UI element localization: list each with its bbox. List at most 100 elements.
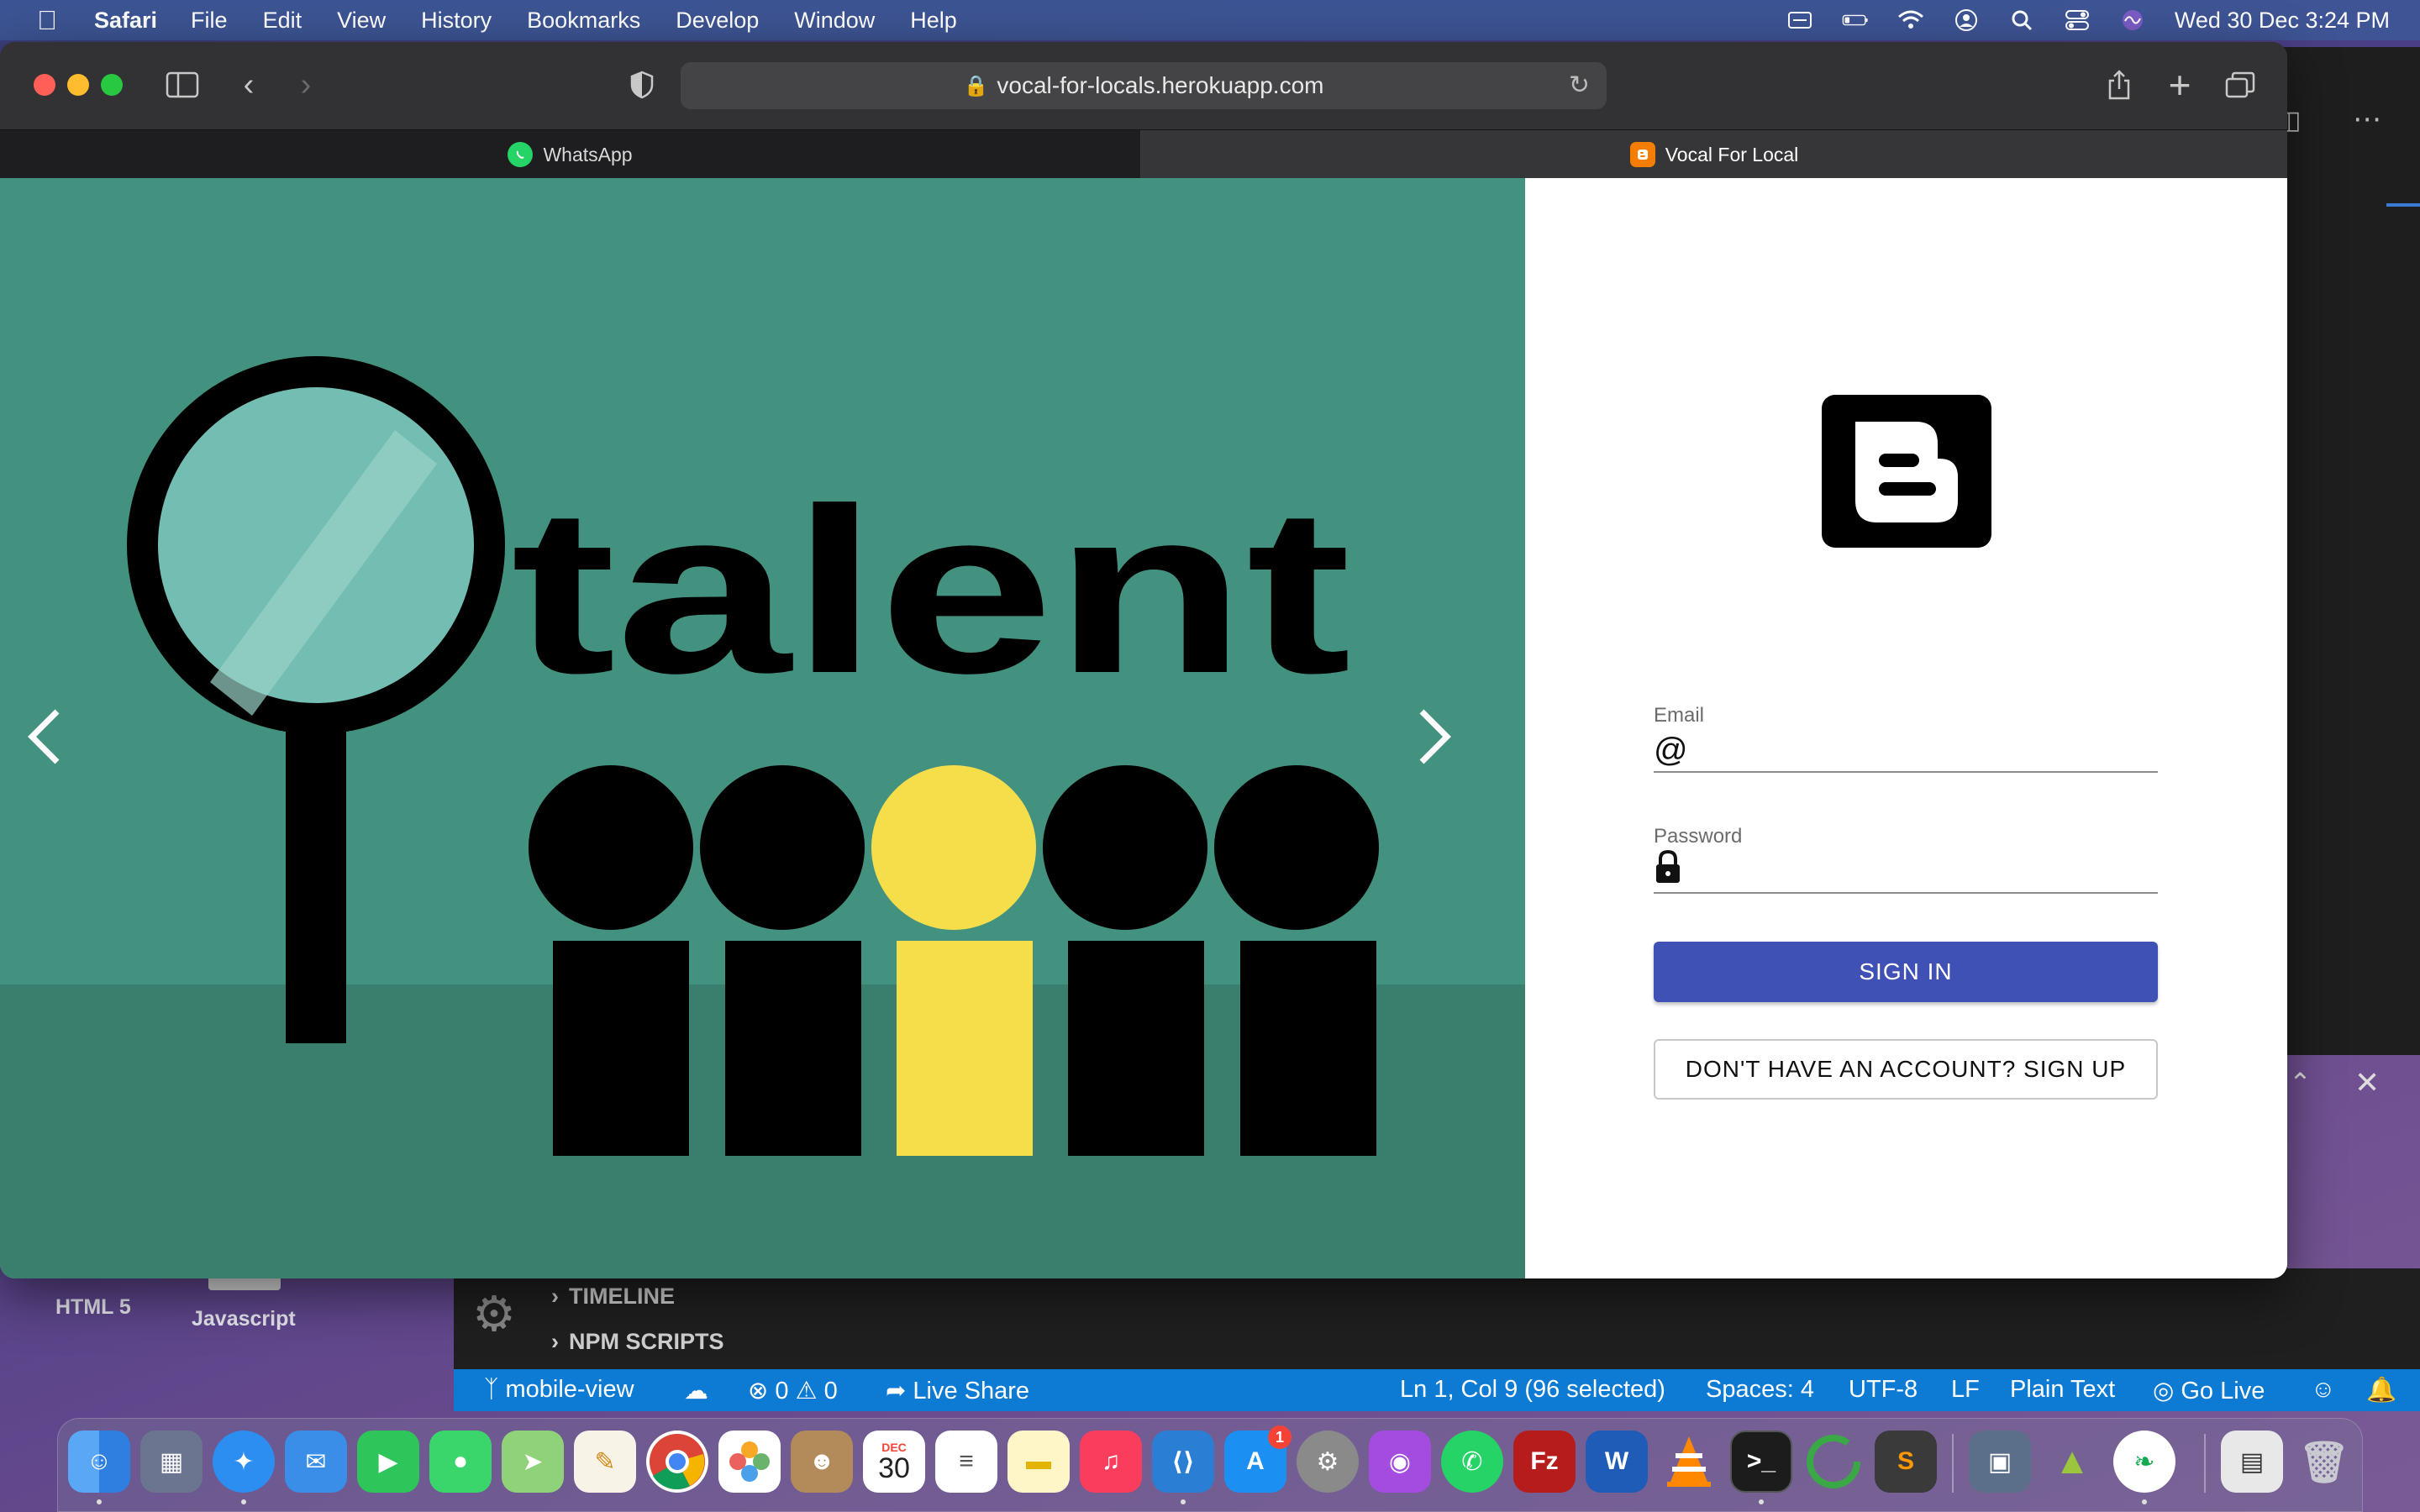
timeline-section[interactable]: › TIMELINE: [551, 1284, 675, 1310]
notifications-bell-icon[interactable]: 🔔: [2366, 1376, 2396, 1404]
live-share-button[interactable]: ➦ Live Share: [886, 1376, 1029, 1405]
person-head: [700, 765, 865, 930]
encoding-status[interactable]: UTF-8: [1849, 1376, 1918, 1404]
menu-item-edit[interactable]: Edit: [263, 8, 302, 34]
user-account-icon[interactable]: [1953, 8, 1980, 32]
privacy-shield-icon[interactable]: [625, 64, 659, 106]
reminders-dock-icon[interactable]: ≡: [935, 1431, 997, 1493]
error-icon: ⊗: [748, 1378, 769, 1404]
manage-gear-icon[interactable]: ⚙: [472, 1285, 531, 1344]
downloads-stack-dock-icon[interactable]: ▤: [2221, 1431, 2283, 1493]
vscode-dock-icon[interactable]: ⟨⟩: [1152, 1431, 1214, 1493]
safari-dock-icon[interactable]: ✦: [213, 1431, 275, 1493]
tab-overview-icon[interactable]: [2222, 64, 2259, 106]
tab-vocal-for-local[interactable]: Vocal For Local: [1141, 130, 2287, 179]
window-minimize-button[interactable]: [67, 74, 89, 96]
keyboard-input-icon[interactable]: [1786, 8, 1813, 32]
pages-dock-icon[interactable]: ✎: [574, 1431, 636, 1493]
password-input[interactable]: [1691, 852, 2158, 890]
new-tab-plus-icon[interactable]: +: [2161, 63, 2198, 107]
maps-dock-icon[interactable]: ➤: [502, 1431, 564, 1493]
desktop-icon-html5[interactable]: HTML 5: [55, 1295, 131, 1320]
language-mode-status[interactable]: Plain Text: [2010, 1376, 2115, 1404]
feedback-icon[interactable]: ☺: [2311, 1376, 2336, 1404]
mail-dock-icon[interactable]: ✉: [285, 1431, 347, 1493]
git-branch-status[interactable]: ᛉ mobile-view: [484, 1376, 634, 1404]
vlc-dock-icon[interactable]: [1658, 1431, 1720, 1493]
menu-item-help[interactable]: Help: [910, 8, 957, 34]
window-zoom-button[interactable]: [101, 74, 123, 96]
app-store-dock-icon[interactable]: A1: [1224, 1425, 1292, 1493]
carousel-next-arrow-icon[interactable]: [1413, 707, 1481, 791]
menu-item-window[interactable]: Window: [794, 8, 875, 34]
forward-arrow-icon[interactable]: ›: [289, 64, 323, 106]
whatsapp-dock-icon[interactable]: ✆: [1441, 1431, 1503, 1493]
person-body-highlighted: [897, 941, 1033, 1156]
sublime-text-dock-icon[interactable]: S: [1875, 1431, 1937, 1493]
messages-dock-icon[interactable]: ●: [429, 1431, 492, 1493]
terminal-dock-icon[interactable]: >_: [1730, 1431, 1792, 1493]
system-preferences-dock-icon[interactable]: ⚙: [1297, 1431, 1359, 1493]
android-dock-icon[interactable]: ▲: [2041, 1431, 2103, 1493]
battery-icon[interactable]: [1842, 8, 1869, 32]
finder-dock-icon[interactable]: ☺: [68, 1431, 130, 1493]
email-field[interactable]: @: [1654, 729, 2158, 773]
menu-item-bookmarks[interactable]: Bookmarks: [527, 8, 640, 34]
photos-dock-icon[interactable]: [718, 1431, 781, 1493]
notes-dock-icon[interactable]: ▬: [1007, 1431, 1070, 1493]
cursor-position[interactable]: Ln 1, Col 9 (96 selected): [1400, 1376, 1665, 1404]
podcasts-dock-icon[interactable]: ◉: [1369, 1431, 1431, 1493]
carousel-prev-arrow-icon[interactable]: [24, 707, 91, 791]
tab-vocal-label: Vocal For Local: [1665, 143, 1799, 165]
reload-icon[interactable]: ↻: [1569, 71, 1590, 100]
sync-cloud-icon[interactable]: ☁: [684, 1376, 708, 1405]
menu-item-view[interactable]: View: [337, 8, 386, 34]
filezilla-letter: Fz: [1530, 1447, 1559, 1475]
control-center-icon[interactable]: [2064, 8, 2091, 32]
sign-in-button[interactable]: SIGN IN: [1654, 942, 2158, 1002]
trash-dock-icon[interactable]: 🗑: [2293, 1431, 2355, 1493]
menu-item-history[interactable]: History: [421, 8, 492, 34]
email-input[interactable]: [1691, 731, 2158, 769]
upwork-tracker-dock-icon[interactable]: [1802, 1431, 1865, 1493]
chrome-dock-icon[interactable]: [646, 1431, 708, 1493]
indentation-status[interactable]: Spaces: 4: [1706, 1376, 1814, 1404]
tab-whatsapp[interactable]: WhatsApp: [0, 130, 1141, 179]
menu-item-file[interactable]: File: [191, 8, 228, 34]
mongodb-dock-icon[interactable]: ❧: [2113, 1431, 2175, 1493]
password-field[interactable]: [1654, 849, 2158, 894]
music-dock-icon[interactable]: ♫: [1080, 1431, 1142, 1493]
go-live-button[interactable]: ◎ Go Live: [2153, 1376, 2265, 1405]
menu-item-develop[interactable]: Develop: [676, 8, 759, 34]
calendar-dock-icon[interactable]: DEC 30: [863, 1431, 925, 1493]
window-close-button[interactable]: [34, 74, 55, 96]
running-indicator: [2142, 1499, 2147, 1504]
more-actions-icon[interactable]: ⋯: [2353, 102, 2381, 136]
sign-up-button[interactable]: DON'T HAVE AN ACCOUNT? SIGN UP: [1654, 1039, 2158, 1100]
sidebar-toggle-icon[interactable]: [161, 64, 203, 106]
panel-maximize-icon[interactable]: ⌃: [2289, 1067, 2312, 1099]
apple-menu-icon[interactable]: : [22, 5, 72, 36]
address-bar[interactable]: 🔒 vocal-for-locals.herokuapp.com ↻: [681, 62, 1607, 109]
share-icon[interactable]: [2101, 64, 2138, 106]
vscode-editor-background: ◫ ⋯: [2269, 47, 2420, 1055]
facetime-dock-icon[interactable]: ▶: [357, 1431, 419, 1493]
menu-app-name[interactable]: Safari: [94, 8, 157, 34]
wifi-icon[interactable]: [1897, 8, 1924, 32]
desktop-icon-javascript[interactable]: Javascript: [192, 1307, 296, 1331]
preview-dock-icon[interactable]: ▣: [1969, 1431, 2031, 1493]
launchpad-dock-icon[interactable]: ▦: [140, 1431, 203, 1493]
panel-close-icon[interactable]: ✕: [2354, 1065, 2380, 1100]
spotlight-search-icon[interactable]: [2008, 8, 2035, 32]
menu-clock[interactable]: Wed 30 Dec 3:24 PM: [2175, 8, 2390, 34]
contacts-dock-icon[interactable]: ☻: [791, 1431, 853, 1493]
npm-scripts-label: NPM SCRIPTS: [569, 1329, 724, 1354]
filezilla-dock-icon[interactable]: Fz: [1513, 1431, 1576, 1493]
dock-separator: [2204, 1434, 2206, 1493]
siri-icon[interactable]: [2119, 8, 2146, 32]
eol-status[interactable]: LF: [1951, 1376, 1980, 1404]
npm-scripts-section[interactable]: › NPM SCRIPTS: [551, 1329, 724, 1355]
problems-status[interactable]: ⊗ 0 ⚠ 0: [748, 1376, 838, 1405]
word-dock-icon[interactable]: W: [1586, 1431, 1648, 1493]
back-arrow-icon[interactable]: ‹: [232, 64, 266, 106]
